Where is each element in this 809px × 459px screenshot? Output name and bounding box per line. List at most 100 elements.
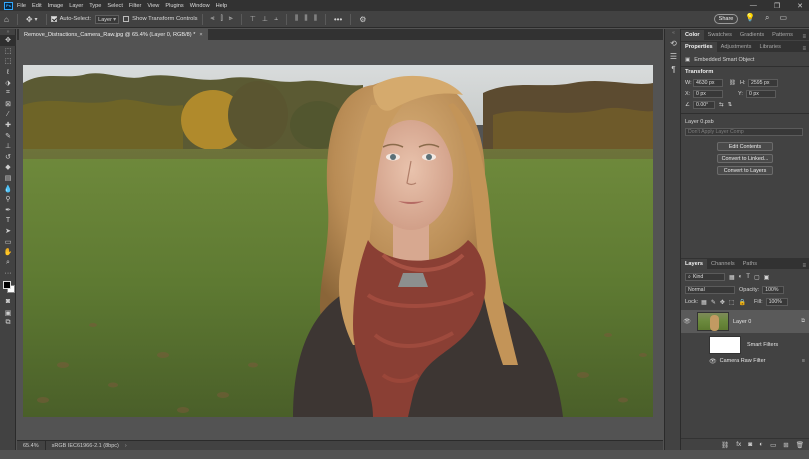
edit-contents-button[interactable]: Edit Contents [717,142,773,151]
crop-tool-icon[interactable]: ⌗ [0,88,16,99]
y-field[interactable]: 0 px [746,89,776,98]
artboard-tool-icon[interactable]: ⬚ [0,46,16,57]
menu-edit[interactable]: Edit [32,3,42,9]
edit-toolbar-icon[interactable]: ⧉ [0,318,16,329]
frame-tool-icon[interactable]: ⊠ [0,99,16,110]
screen-mode-icon[interactable]: ▣ [0,307,16,318]
tab-paths[interactable]: Paths [739,259,761,269]
clone-stamp-tool-icon[interactable]: ⊥ [0,141,16,152]
x-field[interactable]: 0 px [693,89,723,98]
link-icon[interactable]: ⛓ [729,80,736,86]
history-brush-tool-icon[interactable]: ↺ [0,152,16,163]
tool-preset-chevron-icon[interactable]: ▾ [35,16,38,23]
align-center-h-icon[interactable]: ⫿ [221,15,223,23]
more-tools-icon[interactable]: ··· [0,268,16,279]
eyedropper-tool-icon[interactable]: ⁄ [0,109,16,120]
rectangle-tool-icon[interactable]: ▭ [0,236,16,247]
align-middle-icon[interactable]: ⊥ [262,15,268,23]
layer-row-layer-0[interactable]: 👁 Layer 0 ⧉ [681,310,809,333]
panel-menu-icon[interactable]: ≡ [802,34,809,40]
add-mask-icon[interactable]: ◙ [748,441,752,448]
spot-healing-tool-icon[interactable]: ✚ [0,120,16,131]
lock-paint-icon[interactable]: ✎ [711,299,716,306]
path-selection-tool-icon[interactable]: ➤ [0,226,16,237]
angle-field[interactable]: 0.00° [693,100,715,109]
align-top-icon[interactable]: ⊤ [250,15,256,23]
home-icon[interactable]: ⌂ [4,15,9,24]
eraser-tool-icon[interactable]: ◆ [0,162,16,173]
flip-vertical-icon[interactable]: ⇅ [728,102,733,108]
photoshop-logo[interactable]: Ps [4,1,13,10]
align-right-icon[interactable]: ⫸ [229,15,233,23]
lock-pixels-icon[interactable]: ▦ [701,299,707,306]
auto-select-checkbox[interactable] [50,16,57,22]
camera-raw-filter-row[interactable]: 👁 Camera Raw Filter ≡ [681,356,809,366]
minimize-icon[interactable]: — [750,2,757,9]
menu-layer[interactable]: Layer [69,3,83,9]
menu-view[interactable]: View [147,3,159,9]
move-tool-icon[interactable]: ✥ [0,35,16,46]
convert-to-linked-button[interactable]: Convert to Linked... [717,154,773,163]
quick-mask-icon[interactable]: ◙ [0,297,16,308]
smart-object-filter-icon[interactable]: ▣ [764,274,770,281]
marquee-tool-icon[interactable]: ⬚ [0,56,16,67]
document-tab[interactable]: Remove_Distractions_Camera_Raw.jpg @ 65.… [19,29,208,40]
type-filter-icon[interactable]: T [746,274,750,281]
brush-tool-icon[interactable]: ✎ [0,130,16,141]
tab-patterns[interactable]: Patterns [768,30,797,40]
menu-window[interactable]: Window [190,3,210,9]
hand-tool-icon[interactable]: ✋ [0,247,16,258]
zoom-level[interactable]: 65.4% [17,441,46,450]
maximize-icon[interactable]: ❐ [774,2,780,10]
status-chevron-icon[interactable]: › [125,443,127,449]
menu-file[interactable]: File [17,3,26,9]
blend-mode-select[interactable]: Normal [685,286,735,294]
type-tool-icon[interactable]: T [0,215,16,226]
comments-panel-icon[interactable]: ☰ [665,50,682,63]
delete-layer-icon[interactable]: 🗑 [796,441,804,449]
width-field[interactable]: 4630 px [693,78,723,87]
distribute-icon[interactable]: ⫼ [295,15,298,23]
lasso-tool-icon[interactable]: ℓ [0,67,16,78]
panel-menu-icon[interactable]: ≡ [802,263,809,269]
more-options-icon[interactable]: ••• [334,15,342,24]
menu-select[interactable]: Select [107,3,123,9]
share-button[interactable]: Share [714,14,738,24]
close-icon[interactable]: ✕ [797,2,803,10]
tab-libraries[interactable]: Libraries [755,42,784,52]
shape-filter-icon[interactable]: ▢ [754,274,760,281]
canvas-area[interactable] [17,40,663,440]
lightbulb-icon[interactable]: 💡 [745,13,755,23]
show-transform-checkbox[interactable] [123,16,130,22]
paragraph-panel-icon[interactable]: ¶ [665,63,682,76]
new-layer-icon[interactable]: ⊞ [783,441,788,449]
opacity-field[interactable]: 100% [762,286,785,294]
align-bottom-icon[interactable]: ⫠ [274,15,278,23]
blur-tool-icon[interactable]: 💧 [0,183,16,194]
menu-image[interactable]: Image [48,3,64,9]
object-selection-tool-icon[interactable]: ⬗ [0,77,16,88]
layer-comp-select[interactable]: Don't Apply Layer Comp [685,128,803,136]
tab-swatches[interactable]: Swatches [704,30,736,40]
close-tab-icon[interactable]: × [199,32,202,38]
gradient-tool-icon[interactable]: ▤ [0,173,16,184]
distribute-icon[interactable]: ⫼ [304,15,307,23]
new-group-icon[interactable]: ▭ [770,441,776,449]
smart-filter-mask-thumbnail[interactable] [709,336,741,354]
auto-select-dropdown[interactable]: Layer [95,14,120,24]
filter-options-icon[interactable]: ≡ [802,358,805,364]
convert-to-layers-button[interactable]: Convert to Layers [717,166,773,175]
menu-help[interactable]: Help [216,3,228,9]
smart-filters-row[interactable]: Smart Filters [681,334,809,356]
pixel-filter-icon[interactable]: ▦ [729,274,735,281]
align-left-icon[interactable]: ⫷ [211,15,215,23]
document-image[interactable] [23,65,653,417]
pen-tool-icon[interactable]: ✒ [0,205,16,216]
lock-artboard-icon[interactable]: ⬚ [729,299,735,306]
fill-field[interactable]: 100% [765,298,788,306]
workspace-icon[interactable]: ▭ [779,13,787,23]
panel-menu-icon[interactable]: ≡ [802,46,809,52]
tab-adjustments[interactable]: Adjustments [717,42,756,52]
foreground-color-swatch[interactable] [3,280,11,289]
link-layers-icon[interactable]: ⛓ [721,441,729,449]
